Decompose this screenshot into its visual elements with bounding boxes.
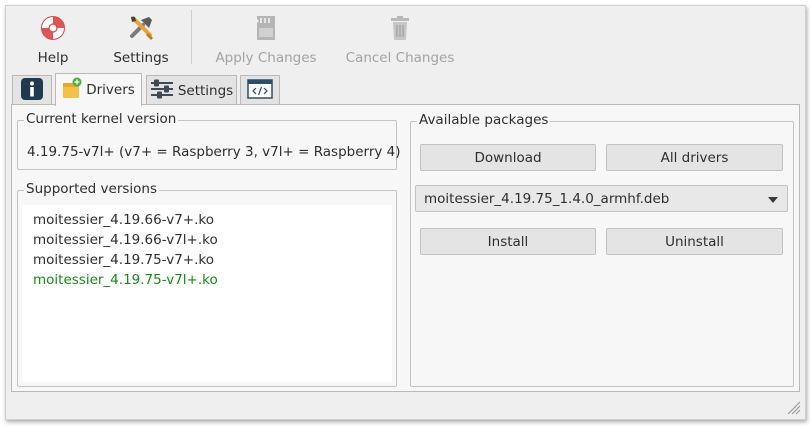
- kernel-version-value: 4.19.75-v7l+ (v7+ = Raspberry 3, v7l+ = …: [27, 144, 401, 160]
- apply-changes-button[interactable]: Apply Changes: [215, 6, 317, 68]
- lifebuoy-icon: [37, 12, 69, 44]
- list-item-highlighted[interactable]: moitessier_4.19.75-v7l+.ko: [33, 272, 218, 288]
- drivers-pane: Current kernel version 4.19.75-v7l+ (v7+…: [11, 104, 800, 392]
- trash-icon: [384, 12, 416, 44]
- list-item[interactable]: moitessier_4.19.66-v7+.ko: [33, 212, 214, 228]
- download-button[interactable]: Download: [420, 144, 596, 171]
- tab-info[interactable]: [12, 75, 52, 105]
- apply-changes-label: Apply Changes: [215, 50, 317, 66]
- available-packages-title: Available packages: [417, 112, 551, 128]
- package-select[interactable]: moitessier_4.19.75_1.4.0_armhf.deb: [415, 185, 788, 212]
- tools-icon: [125, 12, 157, 44]
- help-label: Help: [37, 50, 69, 66]
- drivers-icon: [62, 77, 82, 103]
- tab-code[interactable]: [240, 75, 280, 105]
- main-window: Help Settings Apply Changes Cancel Chang…: [5, 5, 806, 420]
- sliders-icon: [150, 78, 174, 104]
- info-icon: [20, 77, 44, 105]
- supported-versions-group: Supported versions moitessier_4.19.66-v7…: [17, 181, 397, 387]
- list-item[interactable]: moitessier_4.19.66-v7l+.ko: [33, 232, 218, 248]
- available-packages-group: Available packages Download All drivers …: [410, 112, 794, 387]
- help-button[interactable]: Help: [30, 6, 76, 68]
- list-item[interactable]: moitessier_4.19.75-v7+.ko: [33, 252, 214, 268]
- tab-settings[interactable]: Settings: [146, 75, 237, 105]
- all-drivers-button[interactable]: All drivers: [606, 144, 783, 171]
- tab-drivers[interactable]: Drivers: [55, 73, 142, 106]
- supported-versions-title: Supported versions: [24, 181, 160, 197]
- cancel-changes-button[interactable]: Cancel Changes: [345, 6, 455, 68]
- code-window-icon: [247, 78, 273, 104]
- kernel-version-group: Current kernel version 4.19.75-v7l+ (v7+…: [17, 111, 401, 170]
- settings-button[interactable]: Settings: [111, 6, 171, 68]
- kernel-version-title: Current kernel version: [24, 111, 179, 127]
- uninstall-button[interactable]: Uninstall: [606, 228, 783, 255]
- resize-grip-icon[interactable]: [785, 399, 801, 415]
- install-button[interactable]: Install: [420, 228, 596, 255]
- settings-label: Settings: [113, 50, 169, 66]
- package-select-value: moitessier_4.19.75_1.4.0_armhf.deb: [424, 190, 670, 207]
- cancel-changes-label: Cancel Changes: [345, 50, 455, 66]
- supported-versions-list[interactable]: moitessier_4.19.66-v7+.ko moitessier_4.1…: [22, 205, 392, 382]
- tab-drivers-label: Drivers: [86, 82, 135, 98]
- toolbar: Help Settings Apply Changes Cancel Chang…: [6, 6, 805, 68]
- tab-settings-label: Settings: [177, 82, 234, 99]
- chevron-down-icon: [768, 197, 778, 203]
- toolbar-separator: [191, 10, 192, 64]
- sd-card-icon: [250, 12, 282, 44]
